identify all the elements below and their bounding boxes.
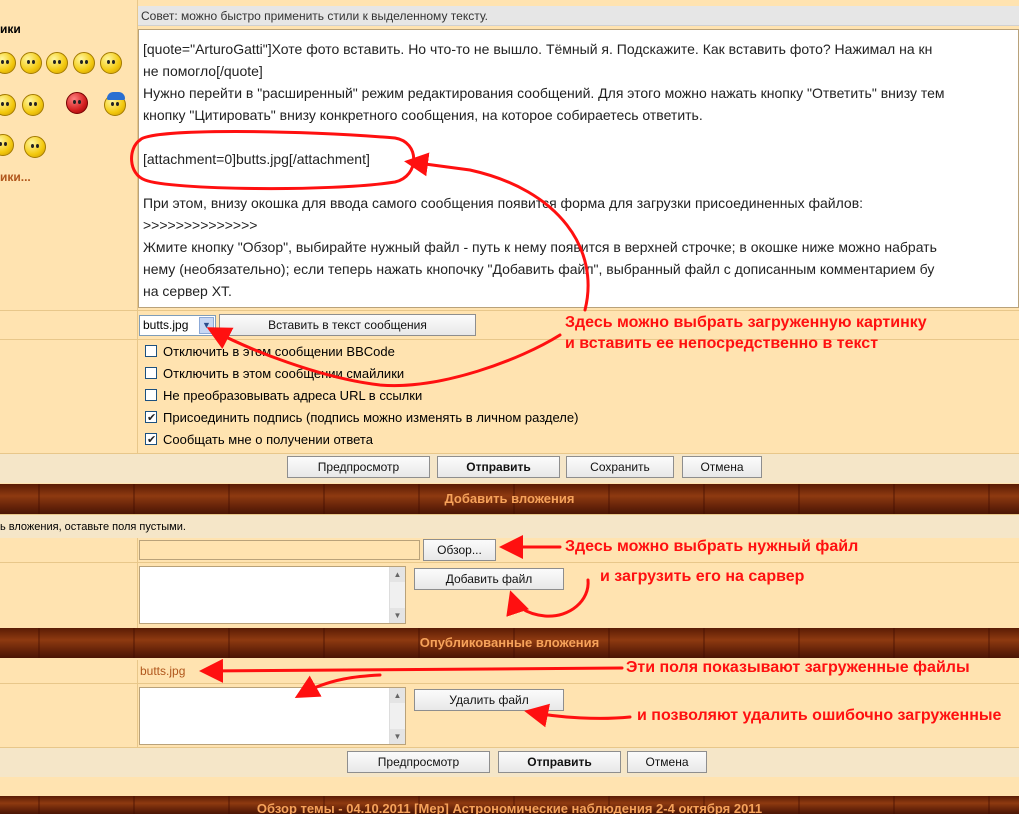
chevron-down-icon[interactable]: ▼ (199, 317, 214, 334)
submit-button[interactable]: Отправить (437, 456, 560, 478)
submit-button-2[interactable]: Отправить (498, 751, 621, 773)
preview-button[interactable]: Предпросмотр (287, 456, 430, 478)
smiley-icon[interactable] (20, 52, 42, 74)
option-disable-smilies[interactable]: Отключить в этом сообщении смайлики (145, 364, 404, 384)
option-label: Присоединить подпись (подпись можно изме… (163, 410, 579, 425)
smiley-icon[interactable] (46, 52, 68, 74)
annotation-text: и позволяют удалить ошибочно загруженные (637, 707, 1002, 724)
hint-text: ь вложения, оставьте поля пустыми. (0, 521, 186, 533)
message-line: на сервер ХТ. (143, 283, 232, 299)
message-textarea[interactable]: [quote="ArturoGatti"]Хоте фото вставить.… (138, 29, 1019, 308)
smiley-icon[interactable] (100, 52, 122, 74)
scroll-up-icon[interactable]: ▲ (390, 567, 405, 582)
checkbox-checked[interactable] (145, 408, 157, 428)
save-button[interactable]: Сохранить (566, 456, 674, 478)
cancel-button[interactable]: Отмена (682, 456, 762, 478)
add-file-button[interactable]: Добавить файл (414, 568, 564, 590)
cop-smiley-icon[interactable] (104, 92, 126, 116)
add-attachments-header: Добавить вложения (0, 484, 1019, 514)
option-label: Не преобразовывать адреса URL в ссылки (163, 388, 423, 403)
scroll-down-icon[interactable]: ▼ (390, 608, 405, 623)
cancel-button-2[interactable]: Отмена (627, 751, 707, 773)
message-line: Жмите кнопку "Обзор", выбирайте нужный ф… (143, 239, 937, 255)
option-no-url-parse[interactable]: Не преобразовывать адреса URL в ссылки (145, 386, 422, 406)
annotation-text: и вставить ее непосредственно в текст (565, 335, 879, 352)
published-attachments-header: Опубликованные вложения (0, 628, 1019, 658)
scroll-down-icon[interactable]: ▼ (390, 729, 405, 744)
option-attach-signature[interactable]: Присоединить подпись (подпись можно изме… (145, 408, 578, 428)
message-line: [attachment=0]butts.jpg[/attachment] (143, 151, 370, 167)
tip-bar: Совет: можно быстро применить стили к вы… (138, 6, 1019, 26)
topic-review-header: Обзор темы - 04.10.2011 [Мер] Астрономич… (0, 796, 1019, 814)
message-line: Нужно перейти в "расширенный" режим реда… (143, 85, 945, 101)
message-line: нему (необязательно); если теперь нажать… (143, 261, 935, 277)
scroll-up-icon[interactable]: ▲ (390, 688, 405, 703)
annotation-text: Здесь можно выбрать загруженную картинку (565, 314, 927, 331)
checkbox[interactable] (145, 367, 157, 379)
option-disable-bbcode[interactable]: Отключить в этом сообщении BBCode (145, 342, 395, 362)
checkbox[interactable] (145, 345, 157, 357)
more-smilies-link[interactable]: ики... (0, 170, 31, 184)
message-line: [quote="ArturoGatti"]Хоте фото вставить.… (143, 41, 933, 57)
published-file-name[interactable]: butts.jpg (140, 664, 185, 678)
delete-file-button[interactable]: Удалить файл (414, 689, 564, 711)
browse-button[interactable]: Обзор... (423, 539, 496, 561)
checkbox[interactable] (145, 389, 157, 401)
option-label: Отключить в этом сообщении BBCode (163, 344, 395, 359)
file-path-input[interactable] (139, 540, 420, 560)
option-label: Сообщать мне о получении ответа (163, 432, 373, 447)
scrollbar[interactable]: ▲ ▼ (389, 567, 405, 623)
message-line: >>>>>>>>>>>>>> (143, 217, 258, 233)
smilies-label: ики (0, 22, 21, 36)
smiley-icon[interactable] (22, 94, 44, 116)
attachment-select[interactable]: butts.jpg ▼ (139, 315, 216, 336)
option-label: Отключить в этом сообщении смайлики (163, 366, 405, 381)
message-line: При этом, внизу окошка для ввода самого … (143, 195, 864, 211)
message-line: кнопку "Цитировать" внизу конкретного со… (143, 107, 703, 123)
message-line: не помогло[/quote] (143, 63, 263, 79)
insert-into-text-button[interactable]: Вставить в текст сообщения (219, 314, 476, 336)
divider (0, 562, 1019, 563)
checkbox-checked[interactable] (145, 430, 157, 450)
scrollbar[interactable]: ▲ ▼ (389, 688, 405, 744)
divider (0, 683, 1019, 684)
devil-smiley-icon[interactable] (66, 92, 88, 114)
annotation-text: и загрузить его на сарвер (600, 568, 805, 585)
preview-button-2[interactable]: Предпросмотр (347, 751, 490, 773)
published-comment-textarea[interactable]: ▲ ▼ (139, 687, 406, 745)
file-comment-textarea[interactable]: ▲ ▼ (139, 566, 406, 624)
smiley-icon[interactable] (73, 52, 95, 74)
divider (0, 310, 1019, 311)
smiley-icon[interactable] (24, 136, 46, 158)
left-column-add (0, 538, 138, 628)
attachment-select-value: butts.jpg (143, 318, 189, 332)
annotation-text: Эти поля показывают загруженные файлы (626, 659, 970, 676)
annotation-text: Здесь можно выбрать нужный файл (565, 538, 859, 555)
add-attachments-hint: ь вложения, оставьте поля пустыми. (0, 514, 1019, 538)
option-notify-reply[interactable]: Сообщать мне о получении ответа (145, 430, 373, 450)
